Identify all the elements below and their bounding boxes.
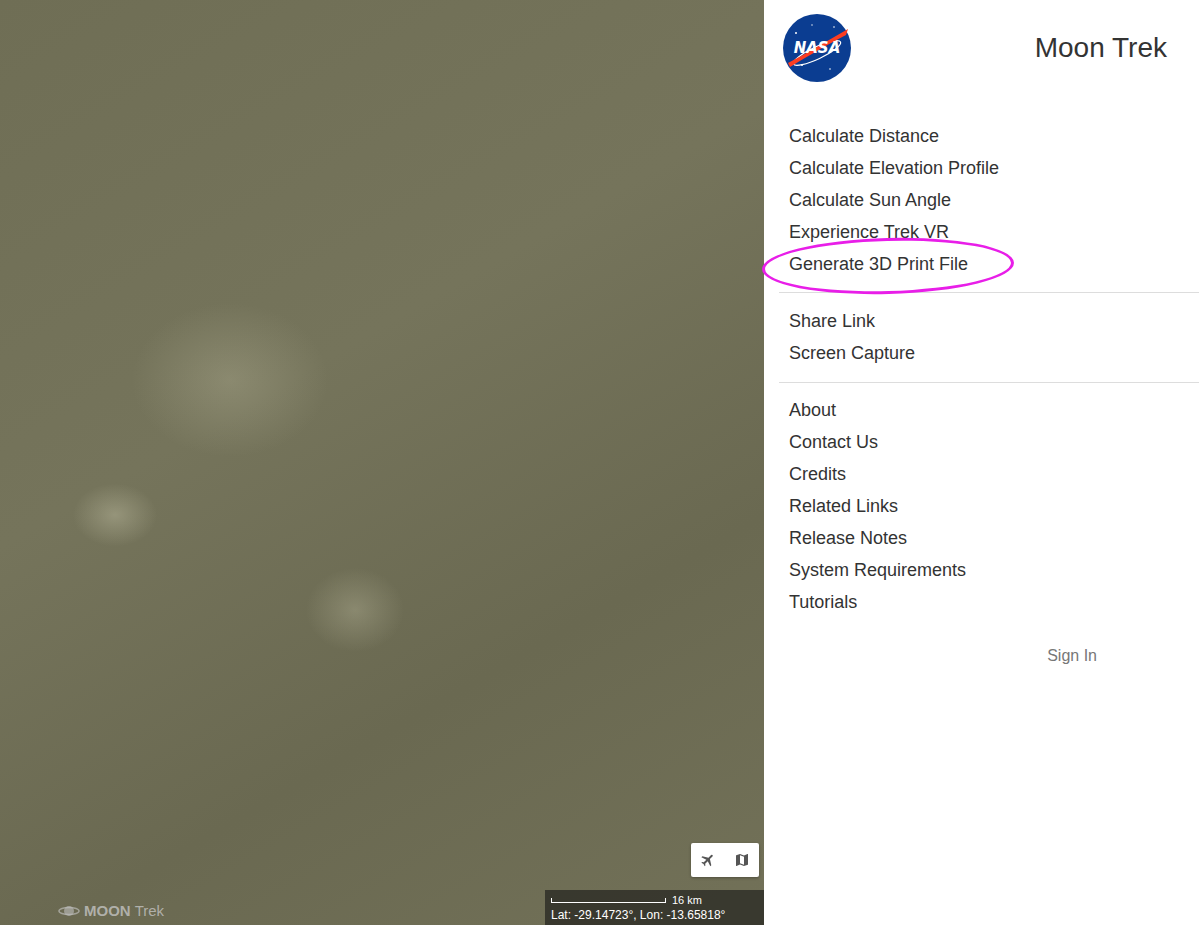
map-info: 16 km Lat: -29.14723°, Lon: -13.65818° [545, 890, 764, 925]
menu: Calculate Distance Calculate Elevation P… [764, 120, 1199, 618]
map-icon [734, 852, 750, 868]
menu-item[interactable]: Contact Us [764, 426, 1199, 458]
menu-item[interactable]: Credits [764, 458, 1199, 490]
menu-item[interactable]: Screen Capture [764, 337, 1199, 369]
coordinates: Lat: -29.14723°, Lon: -13.65818° [551, 908, 758, 922]
attribution-strong: MOON [84, 902, 131, 919]
menu-divider [779, 292, 1199, 293]
menu-item-label: Calculate Distance [789, 120, 939, 152]
menu-item-label: Calculate Elevation Profile [789, 152, 999, 184]
app-title: Moon Trek [1035, 31, 1167, 65]
menu-item[interactable]: Related Links [764, 490, 1199, 522]
menu-item-label: Release Notes [789, 522, 907, 554]
menu-item[interactable]: Calculate Sun Angle [764, 184, 1199, 216]
svg-text:NASA: NASA [794, 39, 841, 57]
menu-group: Calculate Distance Calculate Elevation P… [764, 120, 1199, 292]
menu-item[interactable]: Release Notes [764, 522, 1199, 554]
menu-item[interactable]: Share Link [764, 305, 1199, 337]
fly-button[interactable] [691, 843, 725, 877]
side-panel: NASA Moon Trek Calculate Distance Calculat… [764, 0, 1199, 925]
attribution-light: Trek [135, 902, 164, 919]
menu-item[interactable]: System Requirements [764, 554, 1199, 586]
view-buttons [691, 843, 759, 877]
menu-item[interactable]: Generate 3D Print File [764, 248, 1199, 280]
menu-item[interactable]: Calculate Elevation Profile [764, 152, 1199, 184]
panel-header: NASA Moon Trek [764, 0, 1199, 120]
highlight-ring [761, 235, 1014, 298]
airplane-icon [700, 852, 716, 868]
menu-item-label: Contact Us [789, 426, 878, 458]
scale-line [551, 898, 666, 903]
scale-bar: 16 km [551, 894, 758, 906]
menu-item-label: Experience Trek VR [789, 216, 949, 248]
moontrek-watermark: MOONTrek [58, 902, 164, 919]
menu-item-label: Share Link [789, 305, 875, 337]
menu-item-label: Credits [789, 458, 846, 490]
menu-group: About Contact Us Credits Related Links R… [764, 383, 1199, 618]
planet-icon [58, 903, 80, 919]
menu-item-label: Screen Capture [789, 337, 915, 369]
lunar-map[interactable]: MOONTrek 16 km Lat: -29.14723°, Lon: -13.6… [0, 0, 764, 925]
scale-label: 16 km [672, 894, 702, 906]
map-view-button[interactable] [725, 843, 759, 877]
menu-item-label: System Requirements [789, 554, 966, 586]
nasa-logo-icon[interactable]: NASA [782, 13, 852, 83]
menu-item[interactable]: About [764, 394, 1199, 426]
menu-item-label: Generate 3D Print File [789, 248, 968, 280]
menu-item[interactable]: Experience Trek VR [764, 216, 1199, 248]
menu-item-label: Calculate Sun Angle [789, 184, 951, 216]
menu-item-label: Tutorials [789, 586, 857, 618]
sign-in-link[interactable]: Sign In [1047, 640, 1097, 672]
moon-trek-page: MOONTrek 16 km Lat: -29.14723°, Lon: -13.6… [0, 0, 1199, 925]
menu-item-label: Related Links [789, 490, 898, 522]
sign-in-row: Sign In [764, 640, 1199, 672]
menu-item-label: About [789, 394, 836, 426]
menu-group: Share Link Screen Capture [764, 293, 1199, 382]
menu-item[interactable]: Tutorials [764, 586, 1199, 618]
menu-item[interactable]: Calculate Distance [764, 120, 1199, 152]
menu-divider [779, 382, 1199, 383]
